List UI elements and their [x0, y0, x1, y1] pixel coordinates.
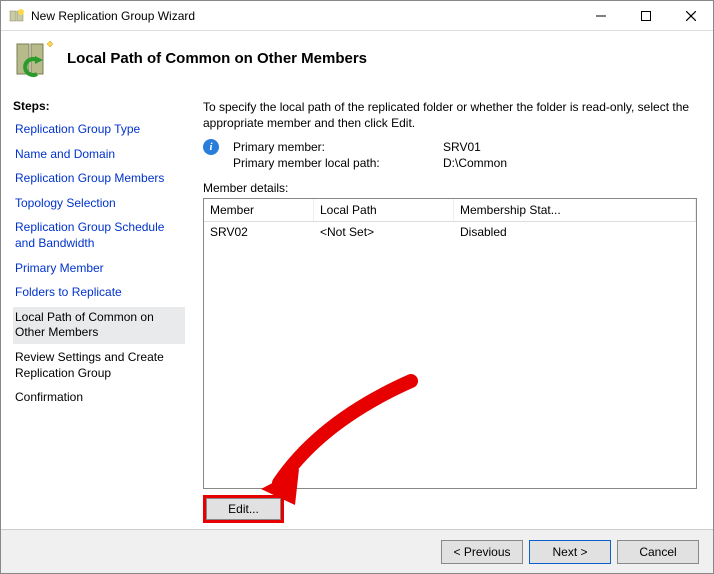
instruction-text: To specify the local path of the replica…: [203, 99, 697, 131]
edit-button[interactable]: Edit...: [206, 498, 281, 520]
window-controls: [578, 1, 713, 30]
content-pane: To specify the local path of the replica…: [189, 89, 713, 529]
wizard-header: Local Path of Common on Other Members: [1, 31, 713, 89]
step-item: Local Path of Common on Other Members: [13, 307, 185, 344]
wizard-footer: < Previous Next > Cancel: [1, 529, 713, 573]
cell-status: Disabled: [454, 222, 696, 242]
step-item: Confirmation: [13, 387, 185, 409]
steps-sidebar: Steps: Replication Group Type Name and Do…: [1, 89, 189, 529]
col-local-path[interactable]: Local Path: [314, 199, 454, 221]
table-header: Member Local Path Membership Stat...: [204, 199, 696, 222]
primary-member-value: SRV01: [443, 140, 697, 154]
steps-title: Steps:: [13, 99, 185, 113]
table-row[interactable]: SRV02<Not Set>Disabled: [204, 222, 696, 242]
member-details-table[interactable]: Member Local Path Membership Stat... SRV…: [203, 198, 697, 489]
app-icon: [9, 8, 25, 24]
primary-path-value: D:\Common: [443, 156, 697, 170]
step-item[interactable]: Folders to Replicate: [13, 282, 185, 304]
minimize-button[interactable]: [578, 1, 623, 30]
cell-local-path: <Not Set>: [314, 222, 454, 242]
cell-member: SRV02: [204, 222, 314, 242]
wizard-icon: [13, 36, 57, 80]
col-member[interactable]: Member: [204, 199, 314, 221]
info-icon: i: [203, 139, 219, 155]
member-details-label: Member details:: [203, 181, 697, 195]
titlebar: New Replication Group Wizard: [1, 1, 713, 31]
next-button[interactable]: Next >: [529, 540, 611, 564]
close-button[interactable]: [668, 1, 713, 30]
primary-member-label: Primary member:: [233, 140, 443, 154]
cancel-button[interactable]: Cancel: [617, 540, 699, 564]
maximize-button[interactable]: [623, 1, 668, 30]
edit-button-highlight: Edit...: [203, 495, 284, 523]
window-title: New Replication Group Wizard: [31, 9, 195, 23]
step-item[interactable]: Topology Selection: [13, 193, 185, 215]
col-membership-status[interactable]: Membership Stat...: [454, 199, 696, 221]
step-item[interactable]: Replication Group Type: [13, 119, 185, 141]
step-item[interactable]: Replication Group Schedule and Bandwidth: [13, 217, 185, 254]
page-title: Local Path of Common on Other Members: [67, 50, 367, 67]
previous-button[interactable]: < Previous: [441, 540, 523, 564]
step-item: Review Settings and Create Replication G…: [13, 347, 185, 384]
step-item[interactable]: Name and Domain: [13, 144, 185, 166]
step-item[interactable]: Replication Group Members: [13, 168, 185, 190]
primary-path-label: Primary member local path:: [233, 156, 443, 170]
step-item[interactable]: Primary Member: [13, 258, 185, 280]
